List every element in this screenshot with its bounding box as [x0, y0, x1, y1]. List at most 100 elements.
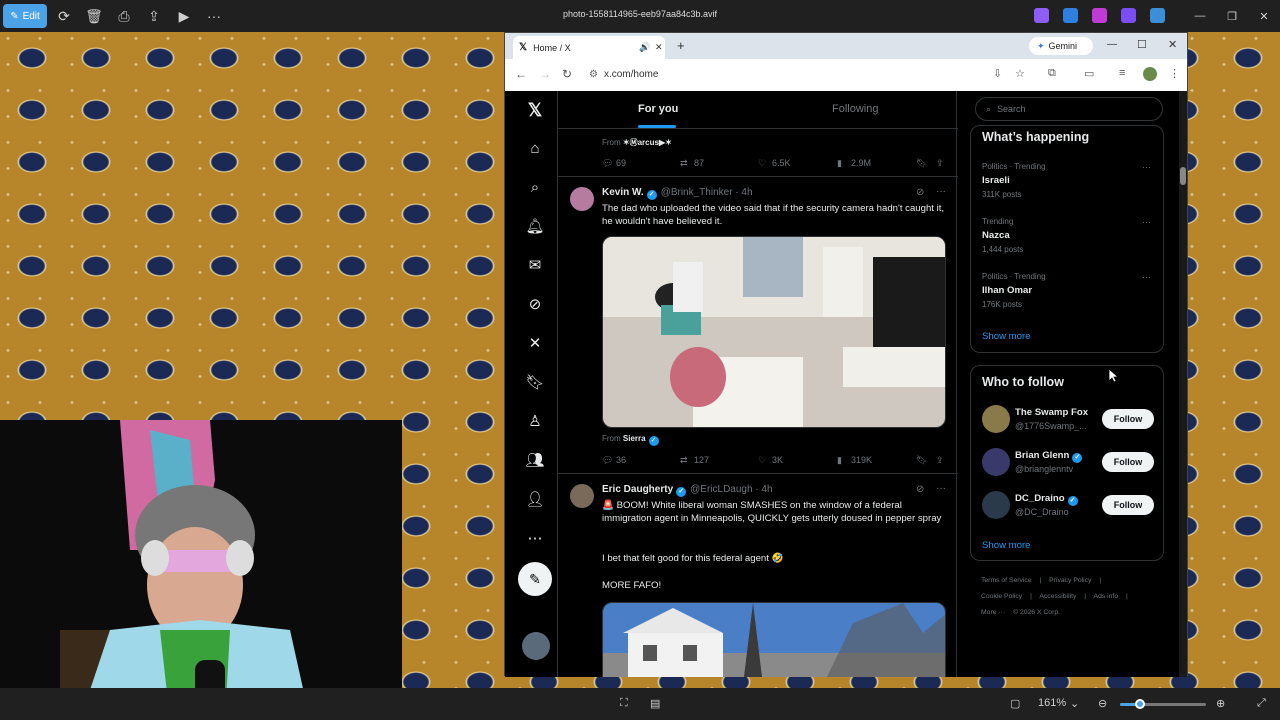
zoom-slider-knob[interactable] [1135, 699, 1145, 709]
select-area-icon[interactable]: ⛶ [620, 697, 628, 710]
designer-icon[interactable] [1063, 8, 1078, 23]
suggestion-name[interactable]: DC_Draino ✓ [1015, 493, 1078, 506]
suggestion-name[interactable]: Brian Glenn ✓ [1015, 450, 1083, 463]
site-info-icon[interactable]: ⚙ [589, 69, 598, 80]
more-options-icon[interactable]: ··· [936, 186, 946, 197]
bookmark-icon[interactable]: 🔖︎ [916, 455, 927, 466]
follow-button[interactable]: Follow [1102, 409, 1154, 429]
more-circle-icon[interactable]: ⋯ [515, 523, 555, 553]
more-options-icon[interactable]: ··· [1142, 217, 1151, 227]
tab-home-x[interactable]: 𝕏 Home / X 🔊 ✕ [513, 36, 665, 59]
from-name[interactable]: Sierra [623, 434, 646, 443]
trend-item[interactable]: Trending Nazca 1,444 posts ··· [982, 217, 1157, 254]
info-icon[interactable]: ▤ [650, 697, 660, 710]
x-home-logo-icon[interactable]: 𝕏 [515, 95, 555, 125]
cloud-icon[interactable] [1150, 8, 1165, 23]
messages-envelope-icon[interactable]: ✉ [515, 250, 555, 280]
more-options-icon[interactable]: ··· [1142, 162, 1151, 172]
ads-info-link[interactable]: Ads info [1094, 593, 1119, 600]
zoom-level[interactable]: 161% [1038, 697, 1066, 709]
show-more-link[interactable]: Show more [982, 540, 1031, 551]
forward-icon[interactable]: → [539, 67, 551, 81]
premium-x-icon[interactable]: ✕ [515, 328, 555, 358]
page-scrollbar[interactable] [1179, 91, 1187, 677]
more-options-icon[interactable]: ··· [936, 483, 946, 494]
trend-item[interactable]: Politics · Trending Ilhan Omar 176K post… [982, 272, 1157, 309]
slideshow-icon[interactable]: ▶ [169, 4, 199, 28]
tweet-video[interactable] [602, 236, 946, 428]
follow-button[interactable]: Follow [1102, 495, 1154, 515]
share-icon[interactable]: ⇪ [936, 455, 944, 466]
avatar[interactable] [982, 405, 1010, 433]
explore-search-icon[interactable]: ⌕ [515, 172, 555, 202]
tweet-video[interactable] [602, 602, 946, 677]
reply-icon[interactable]: 💬︎ [602, 455, 613, 466]
fit-icon[interactable]: ▢ [1010, 697, 1020, 710]
grok-icon[interactable]: ⊘ [515, 289, 555, 319]
share-icon[interactable]: ⇪ [139, 4, 169, 28]
bookmark-star-icon[interactable]: ☆ [1015, 67, 1025, 80]
zoom-slider[interactable] [1120, 703, 1206, 706]
cookie-link[interactable]: Cookie Policy [981, 593, 1022, 600]
avatar[interactable] [570, 484, 594, 508]
profile-avatar-icon[interactable] [1143, 67, 1157, 81]
speaker-icon[interactable]: 🔊 [639, 42, 650, 53]
extensions-icon[interactable]: ⧉ [1048, 67, 1056, 80]
privacy-link[interactable]: Privacy Policy [1049, 577, 1091, 584]
new-tab-icon[interactable]: + [677, 38, 685, 53]
close-icon[interactable]: ✕ [1248, 0, 1280, 32]
tab-close-icon[interactable]: ✕ [655, 42, 663, 53]
more-options-icon[interactable]: ··· [199, 4, 229, 28]
print-icon[interactable]: ⎙ [109, 4, 139, 28]
restore-icon[interactable]: ❐ [1216, 0, 1248, 32]
zoom-in-icon[interactable]: ⊕ [1216, 697, 1225, 710]
bookmarks-icon[interactable]: 🔖︎ [515, 367, 555, 397]
account-avatar[interactable] [522, 632, 550, 660]
more-link[interactable]: More ··· [981, 609, 1005, 616]
home-icon[interactable]: ⌂ [515, 133, 555, 163]
follow-suggestion[interactable]: DC_Draino ✓ @DC_Draino Follow [982, 491, 1162, 521]
follow-suggestion[interactable]: The Swamp Fox @1776Swamp_... Follow [982, 405, 1162, 435]
browser-maximize-icon[interactable]: ☐ [1137, 38, 1147, 51]
tweet-eric-daugherty[interactable]: Eric Daugherty ✓ @EricLDaugh · 4h ⊘ ··· 🚨 … [558, 474, 958, 677]
minimize-icon[interactable]: — [1184, 0, 1216, 32]
more-options-icon[interactable]: ··· [1142, 272, 1151, 282]
edit-button[interactable]: ✎ Edit [3, 4, 47, 28]
tweet-author[interactable]: Eric Daugherty ✓ @EricLDaugh · 4h [602, 484, 773, 497]
menu-kebab-icon[interactable]: ⋮ [1169, 67, 1180, 80]
like-heart-icon[interactable]: ♡ [758, 455, 766, 466]
follow-suggestion[interactable]: Brian Glenn ✓ @brianglenntv Follow [982, 448, 1162, 478]
notifications-bell-icon[interactable]: 🔔︎ [515, 211, 555, 241]
browser-minimize-icon[interactable]: — [1107, 39, 1117, 50]
grok-analyze-icon[interactable]: ⊘ [916, 187, 924, 198]
install-app-icon[interactable]: ⇩ [993, 67, 1002, 80]
photos-app-icon[interactable] [1121, 8, 1136, 23]
url-field[interactable]: ⚙ x.com/home [589, 62, 1039, 86]
tweet-author[interactable]: Kevin W. ✓ @Brink_Thinker · 4h [602, 187, 753, 200]
expand-icon[interactable]: ⤢ [1257, 697, 1266, 710]
jobs-icon[interactable]: ♙ [515, 406, 555, 436]
show-more-link[interactable]: Show more [982, 331, 1031, 342]
back-icon[interactable]: ← [515, 67, 527, 81]
clipchamp-icon[interactable] [1092, 8, 1107, 23]
post-compose-button[interactable]: ✎ [518, 562, 552, 596]
views-icon[interactable]: ▮ [837, 455, 842, 466]
browser-close-icon[interactable]: ✕ [1168, 38, 1177, 51]
tweet-kevin-w[interactable]: Kevin W. ✓ @Brink_Thinker · 4h ⊘ ··· The d… [558, 177, 958, 474]
reload-icon[interactable]: ↻ [562, 67, 572, 81]
communities-icon[interactable]: 👥︎ [515, 445, 555, 475]
scrollbar-thumb[interactable] [1180, 167, 1186, 185]
search-input[interactable]: ⌕ Search [975, 97, 1163, 121]
zoom-out-icon[interactable]: ⊖ [1098, 697, 1107, 710]
trend-item[interactable]: Politics · Trending Israeli 311K posts ·… [982, 162, 1157, 199]
avatar[interactable] [570, 187, 594, 211]
copilot-icon[interactable] [1034, 8, 1049, 23]
accessibility-link[interactable]: Accessibility [1039, 593, 1076, 600]
repost-icon[interactable]: ⇄ [680, 455, 688, 466]
avatar[interactable] [982, 491, 1010, 519]
suggestion-name[interactable]: The Swamp Fox [1015, 407, 1088, 418]
cast-icon[interactable]: ▭ [1084, 67, 1094, 80]
chevron-down-icon[interactable]: ⌄ [1070, 697, 1079, 710]
grok-analyze-icon[interactable]: ⊘ [916, 484, 924, 495]
avatar[interactable] [982, 448, 1010, 476]
